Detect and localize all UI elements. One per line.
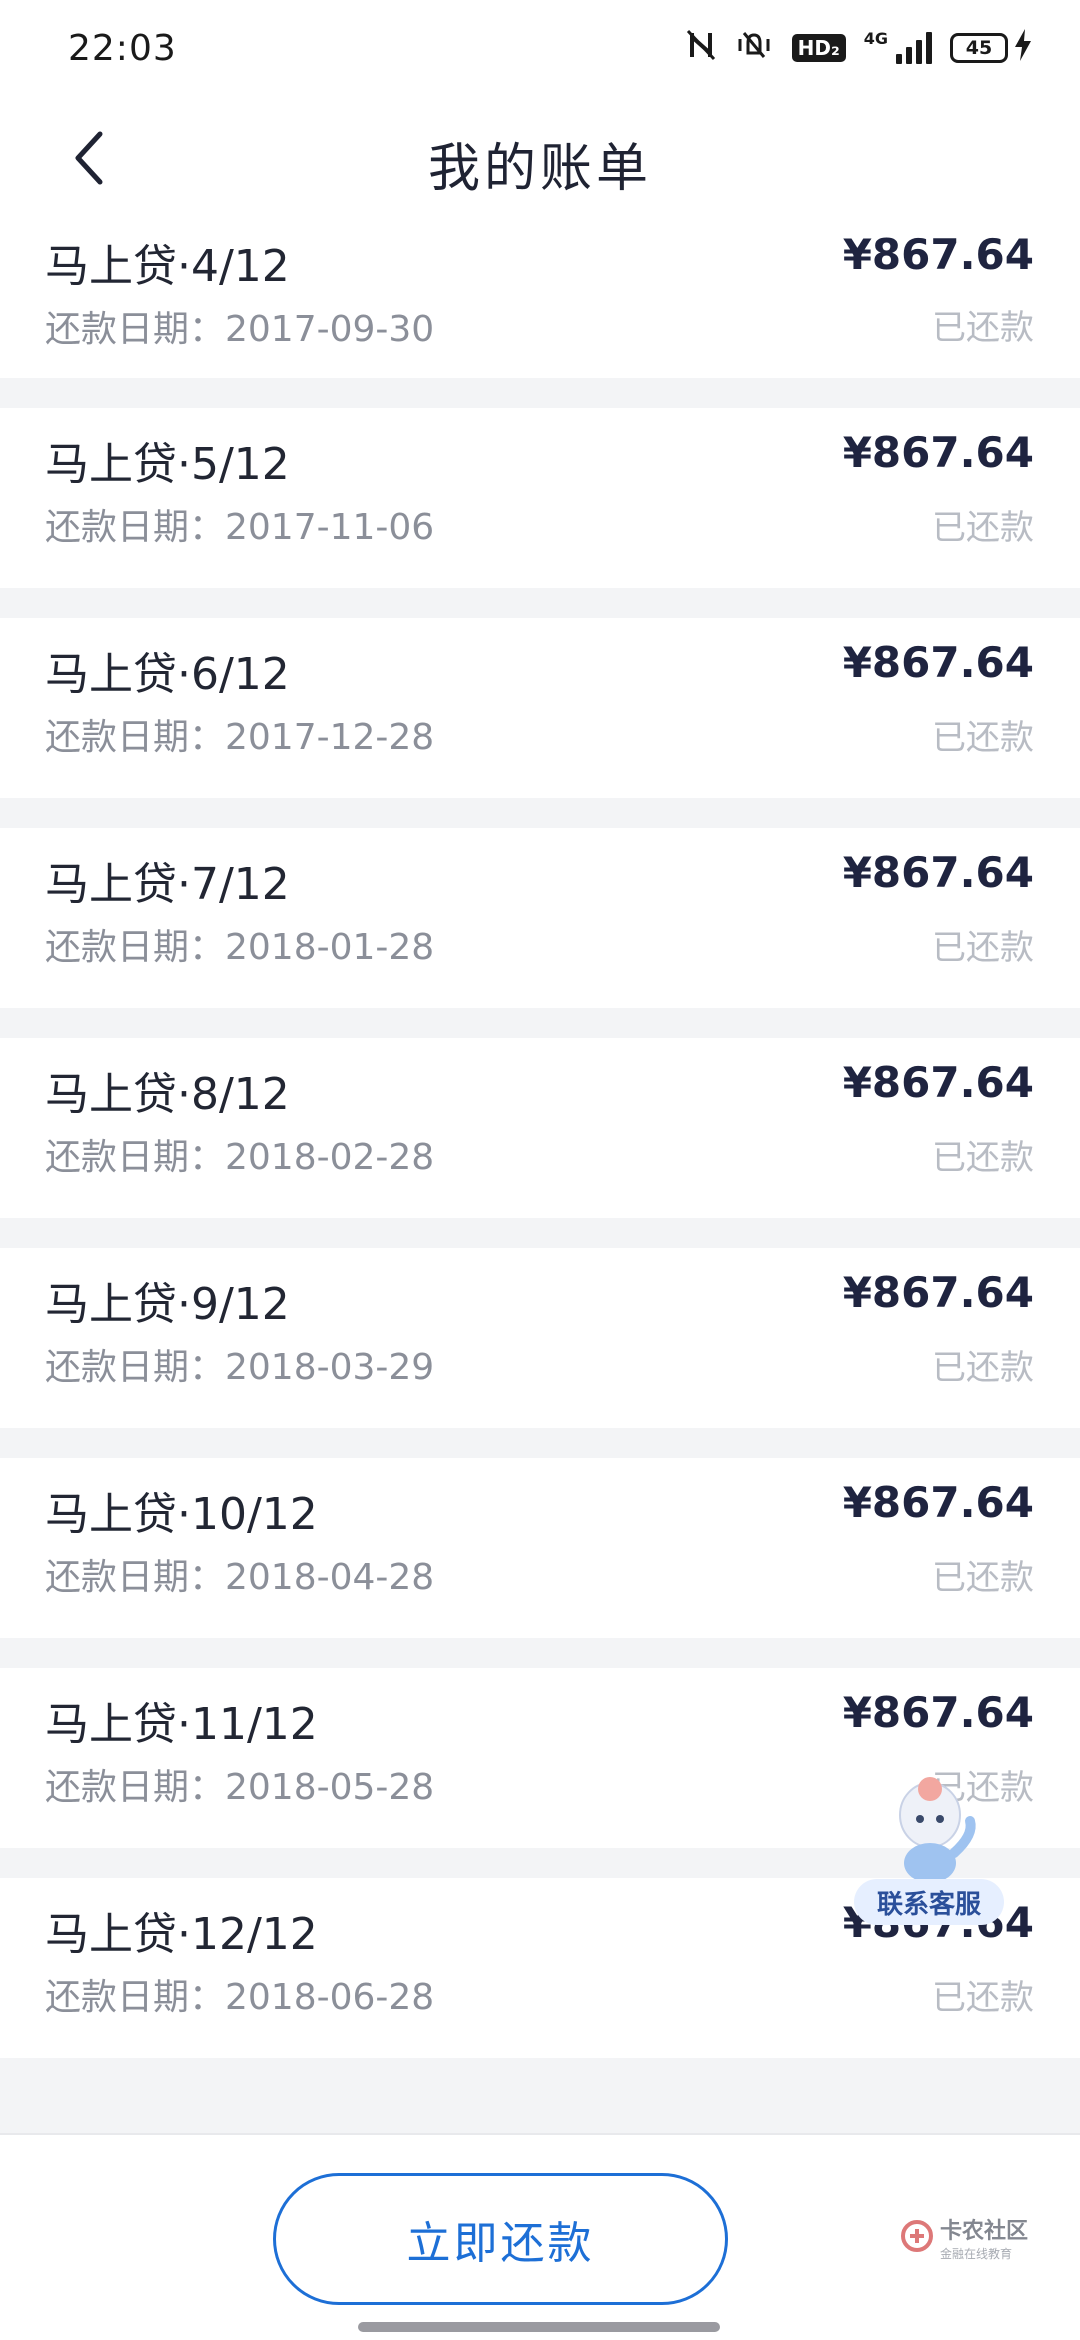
- bill-status: 已还款: [932, 308, 1034, 348]
- bill-status: 已还款: [932, 928, 1034, 968]
- status-icons: HD₂ 4G 45: [686, 28, 1032, 68]
- bill-title: 马上贷·9/12: [45, 1279, 290, 1330]
- bill-title: 马上贷·11/12: [45, 1699, 318, 1750]
- bill-amount: ¥867.64: [842, 230, 1034, 279]
- watermark-text: 卡农社区 金融在线教育: [940, 2213, 1028, 2262]
- bill-amount: ¥867.64: [842, 1688, 1034, 1737]
- bill-title: 马上贷·6/12: [45, 649, 290, 700]
- bill-status: 已还款: [932, 1138, 1034, 1178]
- nav-bar: 我的账单: [0, 96, 1080, 230]
- network-type: 4G: [863, 28, 888, 48]
- bill-amount: ¥867.64: [842, 638, 1034, 687]
- watermark: 卡农社区 金融在线教育: [900, 2213, 1028, 2262]
- back-button[interactable]: [58, 128, 118, 192]
- bill-amount: ¥867.64: [842, 1478, 1034, 1527]
- bill-status: 已还款: [932, 1348, 1034, 1388]
- battery-level: 45: [950, 33, 1008, 63]
- bill-title: 马上贷·7/12: [45, 859, 290, 910]
- bill-screen: 22:03 HD₂ 4G 45 我的账单 马上贷·4/12 还款日期：2017-…: [0, 0, 1080, 2340]
- bill-date: 还款日期：2017-12-28: [45, 717, 435, 758]
- bill-status: 已还款: [932, 508, 1034, 548]
- nfc-off-icon: [686, 29, 716, 68]
- bill-title: 马上贷·10/12: [45, 1489, 318, 1540]
- bill-item[interactable]: 马上贷·5/12 还款日期：2017-11-06 ¥867.64 已还款: [0, 408, 1080, 588]
- watermark-logo-icon: [900, 2219, 934, 2257]
- watermark-sub: 金融在线教育: [940, 2247, 1013, 2261]
- pay-now-button[interactable]: 立即还款: [273, 2173, 728, 2305]
- bill-item[interactable]: 马上贷·9/12 还款日期：2018-03-29 ¥867.64 已还款: [0, 1248, 1080, 1428]
- bill-title: 马上贷·8/12: [45, 1069, 290, 1120]
- bill-date: 还款日期：2017-11-06: [45, 507, 435, 548]
- bill-status: 已还款: [932, 1978, 1034, 2018]
- bill-date: 还款日期：2018-03-29: [45, 1347, 435, 1388]
- vibrate-icon: [734, 29, 774, 68]
- bill-date: 还款日期：2018-02-28: [45, 1137, 435, 1178]
- bill-title: 马上贷·4/12: [45, 241, 290, 292]
- customer-service-button[interactable]: 联系客服: [854, 1775, 1004, 1925]
- bill-date: 还款日期：2018-04-28: [45, 1557, 435, 1598]
- bill-item[interactable]: 马上贷·8/12 还款日期：2018-02-28 ¥867.64 已还款: [0, 1038, 1080, 1218]
- page-title: 我的账单: [427, 138, 652, 199]
- bill-amount: ¥867.64: [842, 1058, 1034, 1107]
- bill-date: 还款日期：2017-09-30: [45, 309, 435, 350]
- bill-item[interactable]: 马上贷·4/12 还款日期：2017-09-30 ¥867.64 已还款: [0, 230, 1080, 378]
- bill-date: 还款日期：2018-06-28: [45, 1977, 435, 2018]
- bill-status: 已还款: [932, 718, 1034, 758]
- watermark-main: 卡农社区: [940, 2219, 1029, 2244]
- charging-icon: [1014, 28, 1032, 68]
- service-label: 联系客服: [854, 1879, 1004, 1925]
- home-indicator[interactable]: [358, 2322, 720, 2332]
- bill-item[interactable]: 马上贷·6/12 还款日期：2017-12-28 ¥867.64 已还款: [0, 618, 1080, 798]
- battery-icon: 45: [950, 28, 1032, 68]
- signal-icon: [896, 32, 932, 64]
- bill-date: 还款日期：2018-05-28: [45, 1767, 435, 1808]
- customer-service-mascot-icon: [882, 1775, 982, 1889]
- bill-item[interactable]: 马上贷·10/12 还款日期：2018-04-28 ¥867.64 已还款: [0, 1458, 1080, 1638]
- bill-amount: ¥867.64: [842, 428, 1034, 477]
- bottom-bar: 立即还款 卡农社区 金融在线教育: [0, 2133, 1080, 2340]
- back-icon: [72, 130, 104, 190]
- bill-item[interactable]: 马上贷·7/12 还款日期：2018-01-28 ¥867.64 已还款: [0, 828, 1080, 1008]
- bill-amount: ¥867.64: [842, 1268, 1034, 1317]
- hd-badge: HD₂: [791, 34, 846, 62]
- bill-amount: ¥867.64: [842, 848, 1034, 897]
- bill-title: 马上贷·5/12: [45, 439, 290, 490]
- bill-date: 还款日期：2018-01-28: [45, 927, 435, 968]
- status-time: 22:03: [68, 27, 177, 69]
- status-bar: 22:03 HD₂ 4G 45: [0, 0, 1080, 96]
- bill-status: 已还款: [932, 1558, 1034, 1598]
- bill-title: 马上贷·12/12: [45, 1909, 318, 1960]
